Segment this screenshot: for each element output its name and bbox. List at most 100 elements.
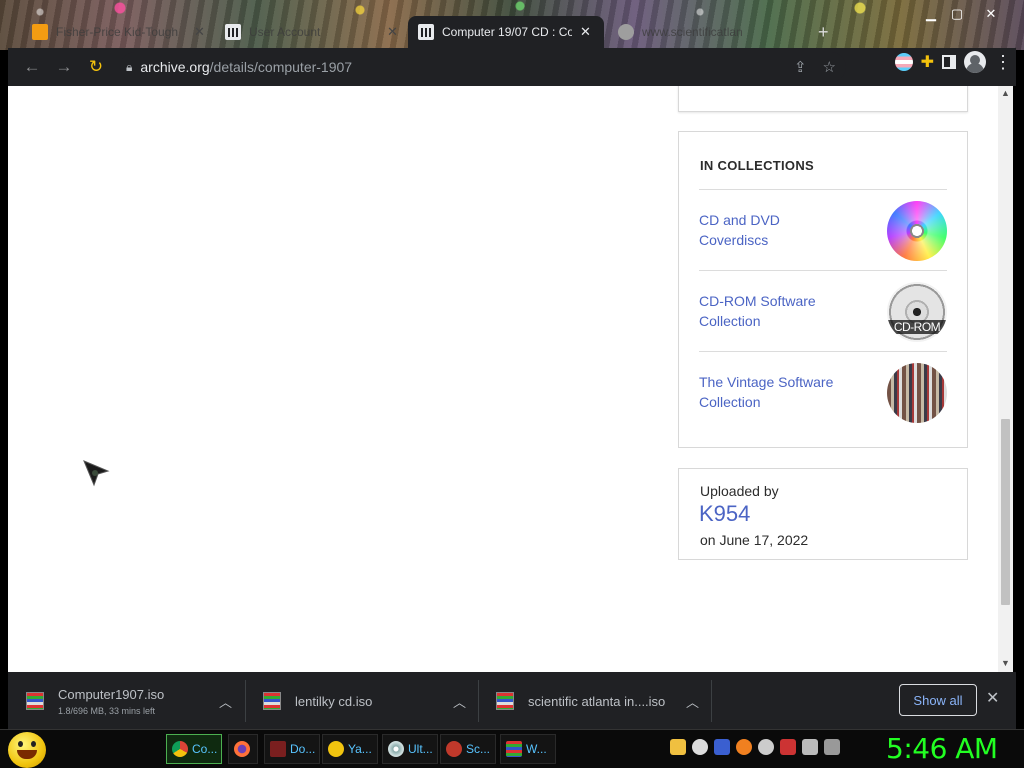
tab-scientific-atlanta[interactable]: www.scientificatlan (608, 16, 772, 48)
task-winrar[interactable]: W... (500, 734, 556, 764)
chevron-up-icon[interactable]: ︿ (219, 692, 232, 711)
task-firefox[interactable] (228, 734, 258, 764)
task-ya[interactable]: Ya... (322, 734, 378, 764)
download-filename: Computer1907.iso (58, 686, 165, 702)
task-ultraiso[interactable]: Ult... (382, 734, 438, 764)
mouse-cursor-icon (83, 460, 110, 487)
winrar-archive-icon (263, 692, 281, 710)
forward-arrow-icon[interactable]: → (48, 51, 80, 83)
folder-icon[interactable] (670, 739, 686, 755)
task-label: Ya... (348, 742, 372, 756)
download-filename: scientific atlanta in....iso (528, 693, 666, 709)
tab-fisher-price[interactable]: Fisher-Price Kid-Tough ✕ (22, 16, 215, 48)
back-arrow-icon[interactable]: ← (16, 51, 48, 83)
antivirus-icon[interactable] (714, 739, 730, 755)
bookmark-star-icon[interactable]: ☆ (823, 58, 836, 76)
download-item[interactable]: Computer1907.iso 1.8/696 MB, 33 mins lef… (8, 680, 244, 722)
display-icon[interactable] (802, 739, 818, 755)
download-item[interactable]: lentilky cd.iso ︿ (245, 680, 478, 722)
upload-date: on June 17, 2022 (700, 532, 809, 548)
task-screen-recorder[interactable]: Sc... (440, 734, 496, 764)
winrar-archive-icon (496, 692, 514, 710)
download-item[interactable]: scientific atlanta in....iso ︿ (478, 680, 711, 722)
uploader-card: Uploaded by K954 on June 17, 2022 (678, 468, 968, 560)
close-icon[interactable]: ✕ (986, 688, 999, 708)
screen-recorder-icon (446, 741, 462, 757)
flag-icon[interactable] (780, 739, 796, 755)
share-icon[interactable]: ⇪ (794, 58, 807, 76)
smiley-icon (328, 741, 344, 757)
tab-title: User Account (249, 25, 321, 39)
profile-avatar-icon[interactable] (964, 51, 986, 73)
winrar-archive-icon (26, 692, 44, 710)
divider (711, 680, 712, 722)
tab-user-account[interactable]: User Account ✕ (215, 16, 408, 48)
maximize-icon[interactable]: ▢ (946, 6, 968, 22)
archive-favicon-icon (418, 24, 434, 40)
lock-icon: 🔒︎ (126, 59, 133, 74)
url-host: archive.org (140, 59, 210, 75)
search-icon[interactable] (736, 739, 752, 755)
status-icon[interactable] (758, 739, 774, 755)
task-label: W... (526, 742, 547, 756)
extensions-puzzle-icon[interactable]: ✚ (921, 52, 934, 72)
cd-coverdisc-thumbnail[interactable] (887, 201, 947, 261)
collection-link[interactable]: CD-ROM Software Collection (699, 291, 849, 331)
network-icon[interactable] (692, 739, 708, 755)
firefox-icon (234, 741, 250, 757)
cd-rom-thumbnail[interactable]: CD-ROM (887, 282, 947, 342)
speaker-icon[interactable] (824, 739, 840, 755)
collection-item[interactable]: The Vintage Software Collection (699, 351, 947, 432)
close-window-icon[interactable]: ✕ (980, 6, 1002, 22)
scroll-down-icon[interactable]: ▼ (1001, 658, 1010, 668)
plus-icon: + (818, 21, 829, 42)
vertical-scrollbar[interactable]: ▲ ▼ (998, 86, 1013, 672)
task-chrome[interactable]: Co... (166, 734, 222, 764)
chevron-up-icon[interactable]: ︿ (453, 692, 466, 711)
chrome-icon (172, 741, 188, 757)
globe-icon (618, 24, 634, 40)
address-bar[interactable]: 🔒︎ archive.org /details/computer-1907 ⇪ … (120, 52, 846, 82)
disc-icon (388, 741, 404, 757)
side-panel-icon[interactable] (942, 55, 956, 69)
scroll-thumb[interactable] (1001, 419, 1010, 605)
task-document[interactable]: Do... (264, 734, 320, 764)
thumbnail-caption: CD-ROM (887, 320, 947, 334)
scroll-up-icon[interactable]: ▲ (1001, 88, 1010, 98)
collections-heading: IN COLLECTIONS (700, 158, 814, 173)
task-label: Ult... (408, 742, 433, 756)
tab-computer-1907[interactable]: Computer 19/07 CD : Co ✕ (408, 16, 604, 48)
new-tab-button[interactable]: + (808, 16, 839, 48)
tab-title: Fisher-Price Kid-Tough (56, 25, 179, 39)
trans-flag-extension-icon[interactable] (894, 53, 913, 71)
close-icon[interactable]: ✕ (387, 24, 398, 40)
collection-link[interactable]: CD and DVD Coverdiscs (699, 210, 849, 250)
task-label: Sc... (466, 742, 491, 756)
minimize-icon[interactable]: ▁ (920, 6, 942, 22)
close-icon[interactable]: ✕ (580, 24, 591, 40)
close-icon[interactable]: ✕ (194, 24, 205, 40)
archive-favicon-icon (225, 24, 241, 40)
url-path: /details/computer-1907 (209, 59, 353, 75)
tab-title: www.scientificatlan (642, 25, 743, 39)
show-all-button[interactable]: Show all (899, 684, 977, 716)
collection-item[interactable]: CD and DVD Coverdiscs (699, 189, 947, 270)
system-tray (670, 739, 840, 755)
taskbar: Co... Do... Ya... Ult... Sc... W... 5:46… (0, 729, 1024, 768)
page-viewport: IN COLLECTIONS CD and DVD Coverdiscs CD-… (8, 86, 1013, 672)
collection-item[interactable]: CD-ROM Software Collection CD-ROM (699, 270, 947, 351)
kebab-menu-icon[interactable]: ⋮ (994, 52, 1012, 73)
download-bar: Computer1907.iso 1.8/696 MB, 33 mins lef… (8, 672, 1016, 729)
start-button-smiley-icon[interactable] (8, 732, 46, 768)
tab-title: Computer 19/07 CD : Co (442, 25, 572, 39)
chevron-up-icon[interactable]: ︿ (686, 692, 699, 711)
browser-toolbar: ← → ↻ 🔒︎ archive.org /details/computer-1… (8, 48, 1016, 86)
download-status: 1.8/696 MB, 33 mins left (58, 705, 156, 716)
taskbar-clock[interactable]: 5:46 AM (886, 732, 998, 765)
uploader-link[interactable]: K954 (699, 501, 750, 527)
vintage-software-thumbnail[interactable] (887, 363, 947, 423)
collection-link[interactable]: The Vintage Software Collection (699, 372, 849, 412)
collections-list: CD and DVD Coverdiscs CD-ROM Software Co… (699, 189, 947, 432)
task-label: Do... (290, 742, 316, 756)
reload-icon[interactable]: ↻ (80, 51, 112, 83)
